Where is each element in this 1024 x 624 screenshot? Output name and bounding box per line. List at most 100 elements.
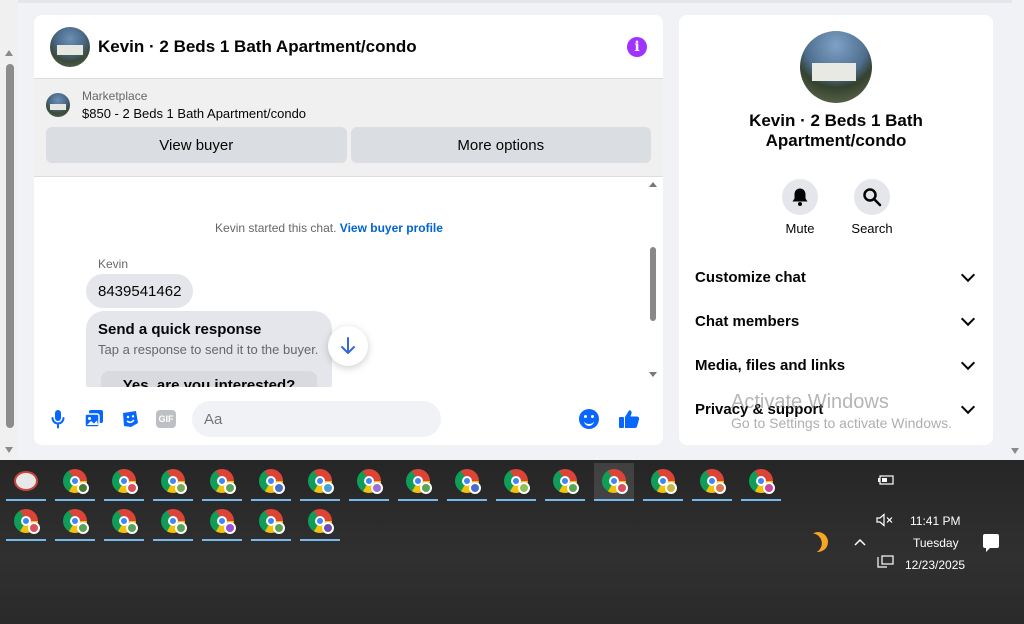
profile-badge-icon	[273, 482, 285, 494]
media-files-links-label: Media, files and links	[695, 356, 846, 374]
chrome-window-icon[interactable]	[692, 463, 732, 501]
search-action[interactable]: Search	[851, 179, 893, 236]
chrome-window-icon[interactable]	[6, 503, 46, 541]
chrome-window-icon[interactable]	[153, 503, 193, 541]
message-scroll-up-arrow[interactable]	[649, 182, 657, 187]
volume-muted-icon[interactable]	[876, 513, 894, 530]
chevron-down-icon	[960, 267, 976, 282]
right-scroll-down-arrow[interactable]	[1011, 448, 1019, 454]
listing-thumbnail[interactable]	[46, 93, 70, 117]
taskbar-app-icon[interactable]	[6, 463, 46, 501]
message-composer: GIF	[34, 393, 663, 445]
profile-badge-icon	[175, 482, 187, 494]
profile-badge-icon	[322, 522, 334, 534]
chrome-window-icon[interactable]	[300, 503, 340, 541]
chevron-down-icon	[960, 311, 976, 326]
chat-title[interactable]: Kevin · 2 Beds 1 Bath Apartment/condo	[98, 37, 627, 57]
chrome-window-icon[interactable]	[55, 463, 95, 501]
chrome-window-icon[interactable]	[349, 463, 389, 501]
message-input[interactable]	[192, 401, 441, 437]
network-icon[interactable]	[877, 555, 895, 572]
gif-icon[interactable]: GIF	[154, 407, 178, 431]
app-icon	[14, 471, 38, 491]
clock-time[interactable]: 11:41 PM	[910, 514, 960, 528]
listing-price-title[interactable]: $850 - 2 Beds 1 Bath Apartment/condo	[82, 106, 306, 121]
more-options-button[interactable]: More options	[350, 127, 651, 163]
scrollbar-thumb[interactable]	[6, 64, 14, 428]
profile-badge-icon	[469, 482, 481, 494]
message-bubble[interactable]: 8439541462	[86, 274, 194, 308]
chrome-window-icon[interactable]	[643, 463, 683, 501]
scroll-to-bottom-button[interactable]	[328, 326, 368, 366]
quick-response-option[interactable]: Yes, are you interested?	[101, 371, 317, 387]
quick-response-title: Send a quick response	[98, 321, 262, 338]
battery-icon[interactable]	[877, 473, 895, 490]
search-label: Search	[851, 221, 893, 236]
chrome-window-icon[interactable]	[741, 463, 781, 501]
clock-day[interactable]: Tuesday	[913, 536, 959, 550]
chrome-window-icon[interactable]	[300, 463, 340, 501]
bell-icon[interactable]	[782, 179, 818, 215]
sender-name: Kevin	[98, 257, 129, 271]
chrome-window-icon[interactable]	[55, 503, 95, 541]
view-buyer-button[interactable]: View buyer	[46, 127, 347, 163]
customize-chat-row[interactable]: Customize chat	[695, 265, 977, 289]
profile-badge-icon	[371, 482, 383, 494]
chrome-window-icon[interactable]	[104, 463, 144, 501]
chevron-down-icon	[960, 355, 976, 370]
page-scrollbar[interactable]	[0, 0, 18, 460]
chat-avatar[interactable]	[50, 26, 90, 67]
chrome-window-icon[interactable]	[202, 503, 242, 541]
message-scrollbar-thumb[interactable]	[650, 247, 656, 321]
activate-windows-subtext: Go to Settings to activate Windows.	[731, 415, 952, 431]
chat-members-row[interactable]: Chat members	[695, 309, 977, 333]
emoji-icon[interactable]	[579, 409, 599, 429]
chevron-up-icon[interactable]	[853, 534, 867, 550]
search-icon[interactable]	[854, 179, 890, 215]
photo-icon[interactable]	[82, 407, 106, 431]
marketplace-bar: Marketplace $850 - 2 Beds 1 Bath Apartme…	[34, 79, 663, 177]
profile-badge-icon	[518, 482, 530, 494]
profile-badge-icon	[175, 522, 187, 534]
microphone-icon[interactable]	[46, 407, 70, 431]
quick-response-subtitle: Tap a response to send it to the buyer.	[98, 342, 319, 357]
customize-chat-label: Customize chat	[695, 268, 806, 286]
profile-badge-icon	[714, 482, 726, 494]
profile-badge-icon	[224, 522, 236, 534]
profile-badge-icon	[126, 522, 138, 534]
profile-badge-icon	[420, 482, 432, 494]
chat-start-text: Kevin started this chat.	[215, 221, 337, 235]
profile-badge-icon	[77, 522, 89, 534]
chrome-window-icon[interactable]	[104, 503, 144, 541]
chrome-window-icon[interactable]	[594, 463, 634, 501]
chrome-window-icon[interactable]	[251, 463, 291, 501]
marketplace-label: Marketplace	[82, 89, 148, 103]
mute-action[interactable]: Mute	[781, 179, 819, 236]
chrome-window-icon[interactable]	[202, 463, 242, 501]
message-scrollbar[interactable]	[647, 177, 659, 387]
chrome-window-icon[interactable]	[153, 463, 193, 501]
profile-badge-icon	[224, 482, 236, 494]
mute-label: Mute	[785, 221, 815, 236]
notification-center-icon[interactable]	[983, 534, 999, 552]
profile-badge-icon	[616, 482, 628, 494]
top-strip	[18, 0, 1012, 3]
conversation-avatar[interactable]	[800, 31, 872, 103]
chrome-window-icon[interactable]	[251, 503, 291, 541]
chrome-window-icon[interactable]	[545, 463, 585, 501]
chrome-window-icon[interactable]	[496, 463, 536, 501]
scroll-up-arrow[interactable]	[5, 50, 13, 56]
thumbs-up-icon[interactable]	[617, 407, 641, 431]
scroll-down-arrow[interactable]	[5, 447, 13, 453]
media-files-links-row[interactable]: Media, files and links	[695, 353, 977, 377]
message-scroll-down-arrow[interactable]	[649, 372, 657, 377]
chrome-window-icon[interactable]	[447, 463, 487, 501]
profile-badge-icon	[665, 482, 677, 494]
view-buyer-profile-link[interactable]: View buyer profile	[340, 221, 443, 235]
message-list[interactable]: Kevin started this chat. View buyer prof…	[34, 177, 663, 387]
sticker-icon[interactable]	[118, 407, 142, 431]
conversation-title: Kevin · 2 Beds 1 Bath Apartment/condo	[749, 111, 923, 150]
chrome-window-icon[interactable]	[398, 463, 438, 501]
info-icon[interactable]: i	[627, 36, 647, 57]
clock-date[interactable]: 12/23/2025	[905, 558, 965, 572]
